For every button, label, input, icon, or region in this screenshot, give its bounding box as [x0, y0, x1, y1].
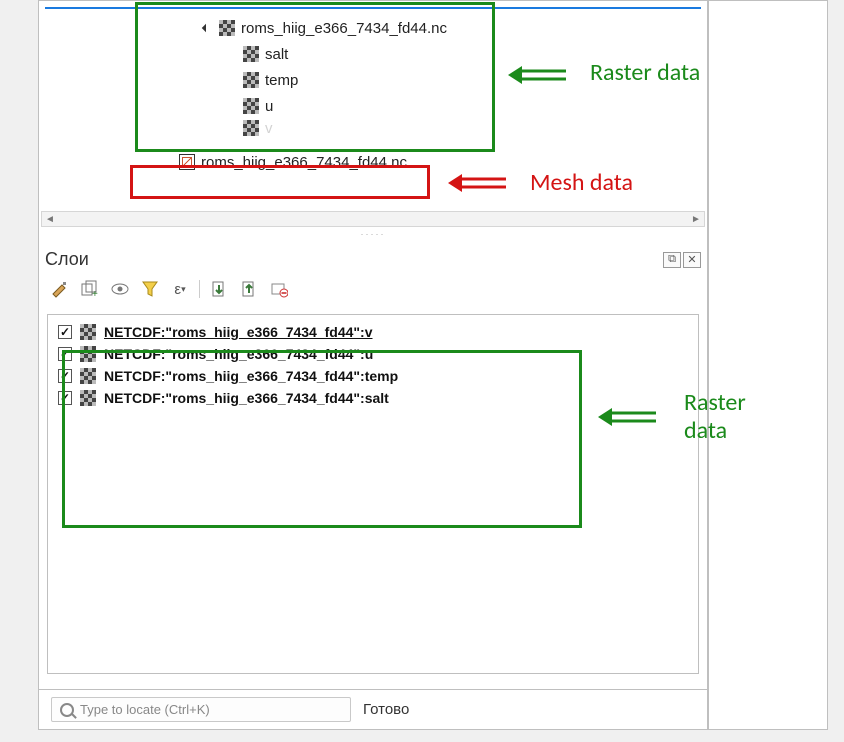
- raster-icon: [219, 20, 235, 36]
- raster-icon: [80, 324, 96, 340]
- disclosure-triangle[interactable]: [199, 25, 213, 31]
- layers-header: Слои ⧉ ✕: [39, 245, 707, 274]
- arrow-red: [448, 170, 508, 196]
- tree-item-label: roms_hiig_e366_7434_fd44.nc: [201, 154, 407, 171]
- expand-all-icon[interactable]: [208, 278, 230, 300]
- layer-label: NETCDF:"roms_hiig_e366_7434_fd44":u: [104, 346, 373, 362]
- tree-item-label: u: [265, 98, 273, 115]
- horizontal-scrollbar[interactable]: ◄ ►: [41, 211, 705, 227]
- layer-label: NETCDF:"roms_hiig_e366_7434_fd44":salt: [104, 390, 389, 406]
- locator-placeholder: Type to locate (Ctrl+K): [80, 702, 210, 717]
- layer-visibility-checkbox[interactable]: ✓: [58, 347, 72, 361]
- add-group-icon[interactable]: +: [79, 278, 101, 300]
- layer-visibility-checkbox[interactable]: ✓: [58, 369, 72, 383]
- locator-input[interactable]: Type to locate (Ctrl+K): [51, 697, 351, 722]
- raster-icon: [80, 368, 96, 384]
- layer-row[interactable]: ✓ NETCDF:"roms_hiig_e366_7434_fd44":temp: [52, 365, 694, 387]
- arrow-green-2: [598, 404, 658, 430]
- tree-item-label: temp: [265, 72, 298, 89]
- layer-visibility-checkbox[interactable]: ✓: [58, 391, 72, 405]
- filter-icon[interactable]: [139, 278, 161, 300]
- expression-icon[interactable]: ε▾: [169, 278, 191, 300]
- layer-label: NETCDF:"roms_hiig_e366_7434_fd44":v: [104, 324, 373, 340]
- status-text: Готово: [363, 701, 409, 718]
- eye-icon[interactable]: [109, 278, 131, 300]
- tree-item-label: salt: [265, 46, 288, 63]
- layer-label: NETCDF:"roms_hiig_e366_7434_fd44":temp: [104, 368, 398, 384]
- layers-toolbar: + ε▾: [39, 274, 707, 308]
- tree-item-label: v: [265, 120, 273, 137]
- selection-highlight: [45, 7, 701, 9]
- raster-icon: [243, 46, 259, 62]
- svg-text:+: +: [92, 289, 98, 299]
- annotation-label-raster: Raster data: [590, 58, 700, 87]
- mesh-icon: [179, 154, 195, 170]
- close-panel-button[interactable]: ✕: [683, 252, 701, 268]
- raster-icon: [80, 390, 96, 406]
- float-panel-button[interactable]: ⧉: [663, 252, 681, 268]
- layer-visibility-checkbox[interactable]: ✓: [58, 325, 72, 339]
- search-icon: [60, 703, 74, 717]
- splitter-handle[interactable]: ·····: [361, 229, 386, 239]
- annotation-label-raster2-line2: data: [684, 416, 727, 445]
- scroll-right-button[interactable]: ►: [688, 212, 704, 226]
- main-panel: roms_hiig_e366_7434_fd44.nc salt temp u …: [38, 0, 708, 730]
- canvas-area: [708, 0, 828, 730]
- layer-row[interactable]: ✓ NETCDF:"roms_hiig_e366_7434_fd44":v: [52, 321, 694, 343]
- expression-label: ε: [174, 281, 181, 298]
- layer-row[interactable]: ✓ NETCDF:"roms_hiig_e366_7434_fd44":u: [52, 343, 694, 365]
- annotation-label-raster2-line1: Raster: [684, 388, 746, 417]
- tree-item-root[interactable]: roms_hiig_e366_7434_fd44.nc: [39, 15, 707, 41]
- raster-icon: [243, 72, 259, 88]
- raster-icon: [243, 120, 259, 136]
- layers-list: ✓ NETCDF:"roms_hiig_e366_7434_fd44":v ✓ …: [47, 314, 699, 674]
- raster-icon: [80, 346, 96, 362]
- scroll-left-button[interactable]: ◄: [42, 212, 58, 226]
- style-icon[interactable]: [49, 278, 71, 300]
- toolbar-separator: [199, 280, 200, 298]
- tree-item-v[interactable]: v: [39, 119, 707, 137]
- panel-title: Слои: [45, 249, 89, 270]
- collapse-all-icon[interactable]: [238, 278, 260, 300]
- raster-icon: [243, 98, 259, 114]
- remove-layer-icon[interactable]: [268, 278, 290, 300]
- annotation-label-mesh: Mesh data: [530, 168, 633, 197]
- tree-item-u[interactable]: u: [39, 93, 707, 119]
- tree-item-label: roms_hiig_e366_7434_fd44.nc: [241, 20, 447, 37]
- arrow-green-1: [508, 62, 568, 88]
- status-bar: Type to locate (Ctrl+K) Готово: [39, 689, 707, 729]
- layers-panel: Слои ⧉ ✕ + ε▾: [39, 245, 707, 674]
